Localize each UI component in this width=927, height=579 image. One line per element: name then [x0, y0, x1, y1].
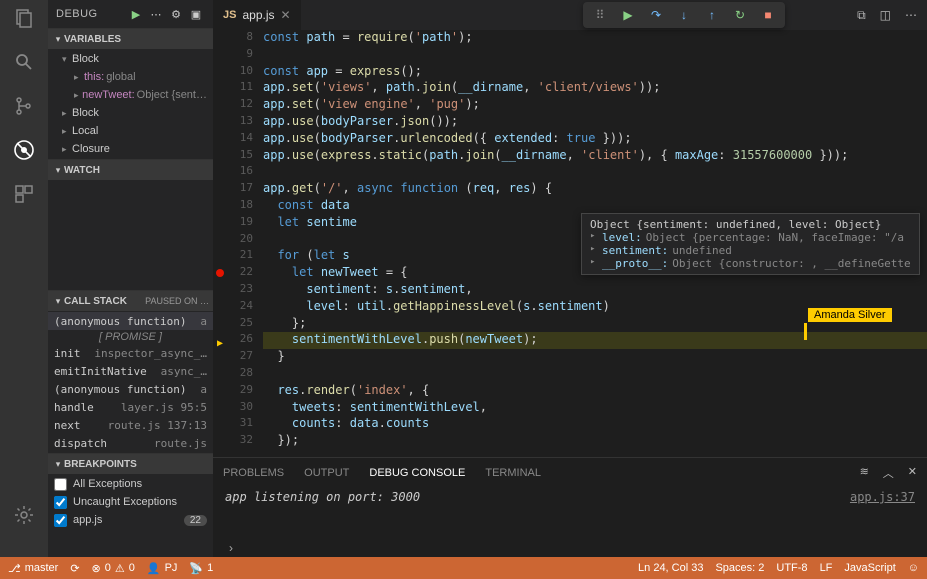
sidebar-title: DEBUG [56, 8, 125, 20]
collapse-icon[interactable]: ︿ [883, 465, 894, 481]
git-branch[interactable]: ⎇master [8, 562, 58, 575]
start-debug-icon[interactable]: ▶ [127, 5, 145, 23]
debug-sidebar: DEBUG ▶ ⋯ ⚙ ▣ ▾VARIABLES ▾Block▸this: gl… [48, 0, 213, 557]
status-bar: ⎇master ⟳ ⊗0⚠0 👤PJ 📡1 Ln 24, Col 33 Spac… [0, 557, 927, 579]
drag-handle-icon[interactable]: ⠿ [591, 6, 609, 24]
feedback-icon[interactable]: ☺ [908, 562, 919, 574]
split-icon[interactable]: ◫ [880, 8, 891, 23]
liveshare-count[interactable]: 📡1 [189, 562, 213, 575]
step-over-icon[interactable]: ↷ [647, 6, 665, 24]
language-mode[interactable]: JavaScript [844, 562, 895, 574]
problems-status[interactable]: ⊗0⚠0 [92, 562, 135, 575]
gear-icon[interactable]: ⚙ [167, 5, 185, 23]
breakpoint-row[interactable]: app.js22 [48, 511, 213, 529]
variable-scope[interactable]: ▸Local [48, 122, 213, 140]
sidebar-header: DEBUG ▶ ⋯ ⚙ ▣ [48, 0, 213, 28]
breakpoints-header[interactable]: ▾BREAKPOINTS [48, 454, 213, 474]
panel-tab[interactable]: PROBLEMS [223, 467, 284, 479]
console-icon[interactable]: ▣ [187, 5, 205, 23]
panel-tabs: PROBLEMSOUTPUTDEBUG CONSOLETERMINAL ≋ ︿ … [213, 458, 927, 488]
stop-icon[interactable]: ■ [759, 6, 777, 24]
breakpoint-checkbox[interactable] [54, 496, 67, 509]
panel-tab[interactable]: OUTPUT [304, 467, 349, 479]
callstack-frame[interactable]: initinspector_async_… [48, 344, 213, 362]
callstack-frame[interactable]: dispatchroute.js [48, 434, 213, 452]
editor-area: JS app.js ✕ ⧉ ◫ ⋯ ⠿ ▶ ↷ ↓ ↑ ↻ ■ ▶ 891011… [213, 0, 927, 557]
step-into-icon[interactable]: ↓ [675, 6, 693, 24]
person-icon: 👤 [147, 562, 161, 575]
editor-tabs: JS app.js ✕ ⧉ ◫ ⋯ [213, 0, 927, 30]
variable-scope[interactable]: ▸Block [48, 104, 213, 122]
sync-icon[interactable]: ⟳ [70, 562, 79, 575]
breakpoint-checkbox[interactable] [54, 514, 67, 527]
scm-icon[interactable] [12, 94, 36, 118]
settings-icon[interactable] [12, 503, 36, 527]
callstack-frame[interactable]: nextroute.js 137:13 [48, 416, 213, 434]
indentation[interactable]: Spaces: 2 [715, 562, 764, 574]
liveshare-nametag: Amanda Silver [808, 308, 892, 322]
files-icon[interactable] [12, 6, 36, 30]
tab-app-js[interactable]: JS app.js ✕ [213, 0, 301, 30]
clear-console-icon[interactable]: ≋ [860, 465, 869, 481]
console-location[interactable]: app.js:37 [850, 490, 915, 537]
debug-config-dropdown[interactable]: ⋯ [147, 5, 165, 23]
panel-body: app listening on port: 3000 app.js:37 [213, 488, 927, 539]
search-icon[interactable] [12, 50, 36, 74]
variable-scope[interactable]: ▾Block [48, 50, 213, 68]
callstack-frame[interactable]: emitInitNativeasync_… [48, 362, 213, 380]
variable-scope[interactable]: ▸Closure [48, 140, 213, 158]
variables-header[interactable]: ▾VARIABLES [48, 29, 213, 49]
continue-icon[interactable]: ▶ [619, 6, 637, 24]
breakpoint-row[interactable]: Uncaught Exceptions [48, 493, 213, 511]
js-file-icon: JS [223, 9, 236, 21]
callstack-frame[interactable]: (anonymous function)a [48, 312, 213, 330]
breakpoint-row[interactable]: All Exceptions [48, 475, 213, 493]
close-panel-icon[interactable]: ✕ [908, 465, 917, 481]
watch-header[interactable]: ▾WATCH [48, 160, 213, 180]
activity-bar [0, 0, 48, 557]
tab-label: app.js [242, 8, 274, 22]
callstack-frame[interactable]: (anonymous function)a [48, 380, 213, 398]
step-out-icon[interactable]: ↑ [703, 6, 721, 24]
callstack-header[interactable]: ▾CALL STACKPAUSED ON … [48, 291, 213, 311]
panel-tab[interactable]: TERMINAL [485, 467, 541, 479]
encoding[interactable]: UTF-8 [776, 562, 807, 574]
eol[interactable]: LF [820, 562, 833, 574]
variable-row[interactable]: ▸this: global [48, 68, 213, 86]
close-icon[interactable]: ✕ [281, 8, 291, 22]
debug-icon[interactable] [12, 138, 36, 162]
debug-toolbar[interactable]: ⠿ ▶ ↷ ↓ ↑ ↻ ■ [583, 2, 785, 28]
branch-icon: ⎇ [8, 562, 21, 575]
restart-icon[interactable]: ↻ [731, 6, 749, 24]
debug-hover-tooltip: Object {sentiment: undefined, level: Obj… [581, 213, 920, 275]
bottom-panel: PROBLEMSOUTPUTDEBUG CONSOLETERMINAL ≋ ︿ … [213, 457, 927, 557]
liveshare-user[interactable]: 👤PJ [147, 562, 178, 575]
variable-row[interactable]: ▸newTweet: Object {sent… [48, 86, 213, 104]
panel-tab[interactable]: DEBUG CONSOLE [369, 467, 465, 479]
callstack-frame[interactable]: handlelayer.js 95:5 [48, 398, 213, 416]
extensions-icon[interactable] [12, 182, 36, 206]
repl-chevron-icon[interactable]: › [229, 541, 233, 555]
console-output: app listening on port: 3000 [225, 490, 420, 537]
broadcast-icon: 📡 [189, 562, 203, 575]
breakpoint-checkbox[interactable] [54, 478, 67, 491]
compare-icon[interactable]: ⧉ [857, 8, 866, 23]
cursor-highlight [804, 323, 807, 340]
more-icon[interactable]: ⋯ [905, 8, 917, 23]
code-editor[interactable]: ▶ 89101112131415161718192021222324252627… [213, 30, 927, 457]
cursor-position[interactable]: Ln 24, Col 33 [638, 562, 703, 574]
